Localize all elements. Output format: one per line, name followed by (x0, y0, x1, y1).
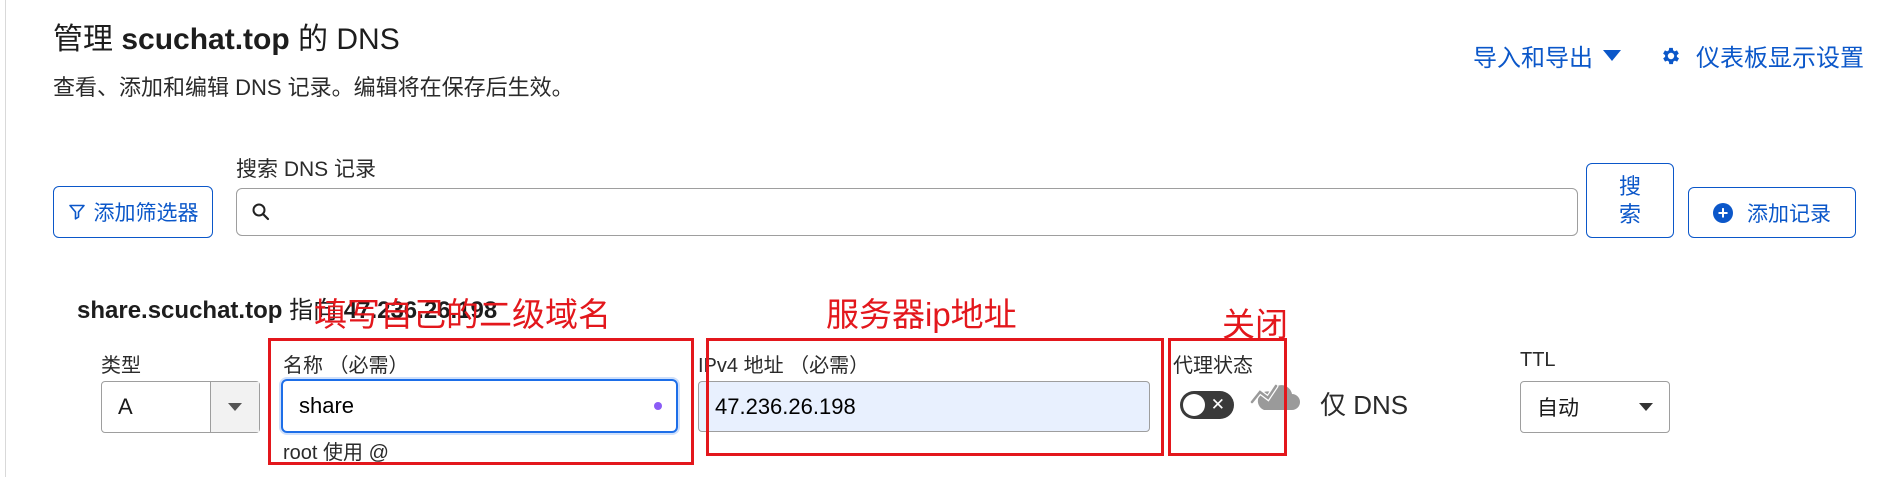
ttl-label: TTL (1520, 349, 1556, 371)
annotation-box-name (268, 338, 694, 465)
ttl-value: 自动 (1537, 397, 1579, 420)
page-subtitle: 查看、添加和编辑 DNS 记录。编辑将在保存后生效。 (53, 75, 574, 100)
search-label: 搜索 DNS 记录 (236, 158, 377, 181)
annotation-proxy-note: 关闭 (1222, 306, 1288, 343)
left-divider (5, 0, 6, 477)
add-record-button[interactable]: + 添加记录 (1688, 187, 1856, 238)
search-field[interactable] (236, 188, 1578, 236)
filter-icon (68, 204, 85, 220)
title-suffix: 的 DNS (289, 23, 400, 56)
type-dropdown-toggle[interactable] (210, 382, 259, 432)
chevron-down-icon (1639, 403, 1653, 411)
annotation-box-proxy (1168, 338, 1287, 456)
title-domain: scuchat.top (121, 23, 290, 56)
dashboard-settings-label: 仪表板显示设置 (1696, 45, 1864, 72)
search-icon (252, 203, 270, 221)
annotation-ipv4-note: 服务器ip地址 (826, 296, 1017, 333)
dashboard-settings-link[interactable]: 仪表板显示设置 (1660, 38, 1864, 73)
plus-circle-icon: + (1713, 202, 1733, 223)
add-filter-label: 添加筛选器 (93, 202, 199, 225)
type-select[interactable]: A (101, 381, 260, 433)
record-heading-name: share.scuchat.top (77, 297, 283, 324)
caret-down-icon (1603, 50, 1621, 61)
add-record-label: 添加记录 (1747, 202, 1831, 226)
search-button[interactable]: 搜 索 (1586, 163, 1674, 238)
type-value: A (118, 394, 133, 419)
annotation-box-ipv4 (706, 338, 1164, 456)
search-button-label-1: 搜 (1618, 173, 1641, 199)
search-button-label-2: 索 (1618, 201, 1641, 227)
page-title: 管理 scuchat.top 的 DNS (53, 14, 400, 58)
title-prefix: 管理 (53, 23, 122, 56)
chevron-down-icon (228, 403, 242, 411)
ttl-select[interactable]: 自动 (1520, 381, 1670, 433)
search-input[interactable] (281, 199, 1577, 225)
proxy-status-text: 仅 DNS (1320, 390, 1409, 420)
add-filter-button[interactable]: 添加筛选器 (53, 186, 213, 238)
gear-icon (1663, 47, 1679, 64)
import-export-menu[interactable]: 导入和导出 (1473, 38, 1621, 73)
import-export-label: 导入和导出 (1473, 45, 1593, 72)
annotation-name-note: 填写自己的二级域名 (314, 296, 611, 333)
type-label: 类型 (101, 355, 141, 377)
